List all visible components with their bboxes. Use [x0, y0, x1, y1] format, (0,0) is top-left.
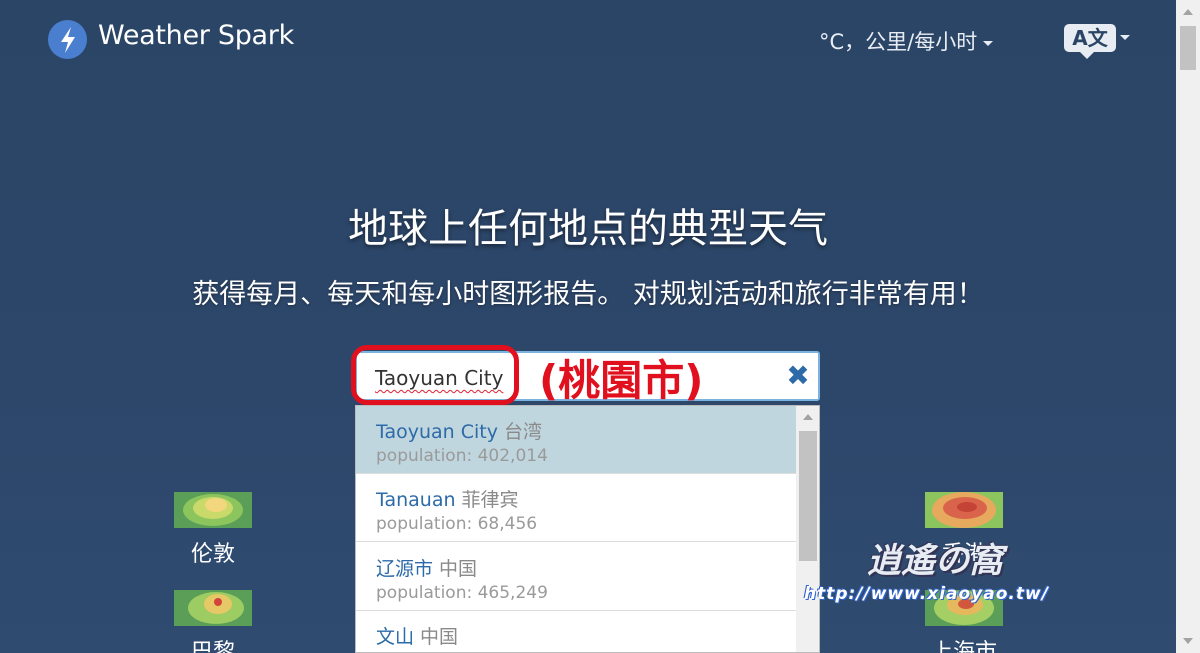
city-tile-paris[interactable]: 巴黎: [174, 590, 252, 653]
suggestion-region: 菲律宾: [461, 489, 519, 511]
highlight-annotation: [351, 345, 519, 405]
annotation-label: (桃園市): [539, 356, 704, 405]
chevron-down-icon: [1120, 35, 1130, 40]
suggestion-name: 文山: [376, 626, 415, 648]
suggestion-population: population: 465,249: [376, 583, 548, 603]
suggestion-name: Tanauan: [376, 489, 456, 511]
scroll-down-icon[interactable]: [1183, 638, 1193, 644]
page-scrollbar[interactable]: [1176, 0, 1200, 653]
suggestion-region: 台湾: [503, 421, 542, 443]
page-title: 地球上任何地点的典型天气: [348, 206, 828, 252]
suggestion-item[interactable]: 辽源市 中国 population: 465,249: [356, 543, 796, 611]
climate-map-thumbnail: [174, 590, 252, 626]
suggestion-name: 辽源市: [376, 558, 434, 580]
city-name: 上海市: [930, 640, 997, 653]
scroll-up-icon[interactable]: [1183, 9, 1193, 15]
suggestion-item[interactable]: 文山 中国: [356, 611, 796, 652]
watermark-url: http://www.xiaoyao.tw/: [804, 584, 1049, 604]
city-tile-london[interactable]: 伦敦: [174, 492, 252, 568]
suggestion-region: 中国: [420, 626, 459, 648]
translate-icon: A文: [1064, 24, 1116, 59]
suggestion-population: population: 68,456: [376, 514, 538, 534]
page-subtitle: 获得每月、每天和每小时图形报告。 对规划活动和旅行非常有用！: [192, 279, 984, 310]
climate-map-thumbnail: [925, 492, 1003, 528]
site-header: Weather Spark °C，公里/每小时 A文: [0, 0, 1176, 80]
brand-name[interactable]: Weather Spark: [98, 20, 294, 51]
clear-search-icon[interactable]: ✖: [784, 361, 812, 391]
suggestion-region: 中国: [439, 558, 478, 580]
units-selector[interactable]: °C，公里/每小时: [819, 26, 994, 56]
city-name: 巴黎: [190, 640, 235, 653]
suggestion-name: Taoyuan City: [376, 421, 498, 443]
watermark-logo: 逍遙の窩: [867, 541, 1003, 581]
language-selector[interactable]: A文: [1064, 24, 1130, 60]
scroll-up-icon[interactable]: [803, 414, 813, 420]
suggestion-item[interactable]: Tanauan 菲律宾 population: 68,456: [356, 474, 796, 542]
scroll-thumb[interactable]: [1180, 26, 1196, 70]
chevron-down-icon: [983, 40, 994, 46]
dropdown-scrollbar[interactable]: [796, 406, 819, 652]
lightning-logo-icon[interactable]: [48, 20, 87, 59]
suggestion-dropdown: Taoyuan City 台湾 population: 402,014 Tanau…: [355, 405, 820, 653]
city-name: 伦敦: [190, 542, 235, 567]
suggestion-item[interactable]: Taoyuan City 台湾 population: 402,014: [356, 406, 796, 474]
climate-map-thumbnail: [174, 492, 252, 528]
suggestion-population: population: 402,014: [376, 446, 548, 466]
scroll-thumb[interactable]: [799, 431, 817, 561]
units-label: °C，公里/每小时: [819, 30, 978, 54]
